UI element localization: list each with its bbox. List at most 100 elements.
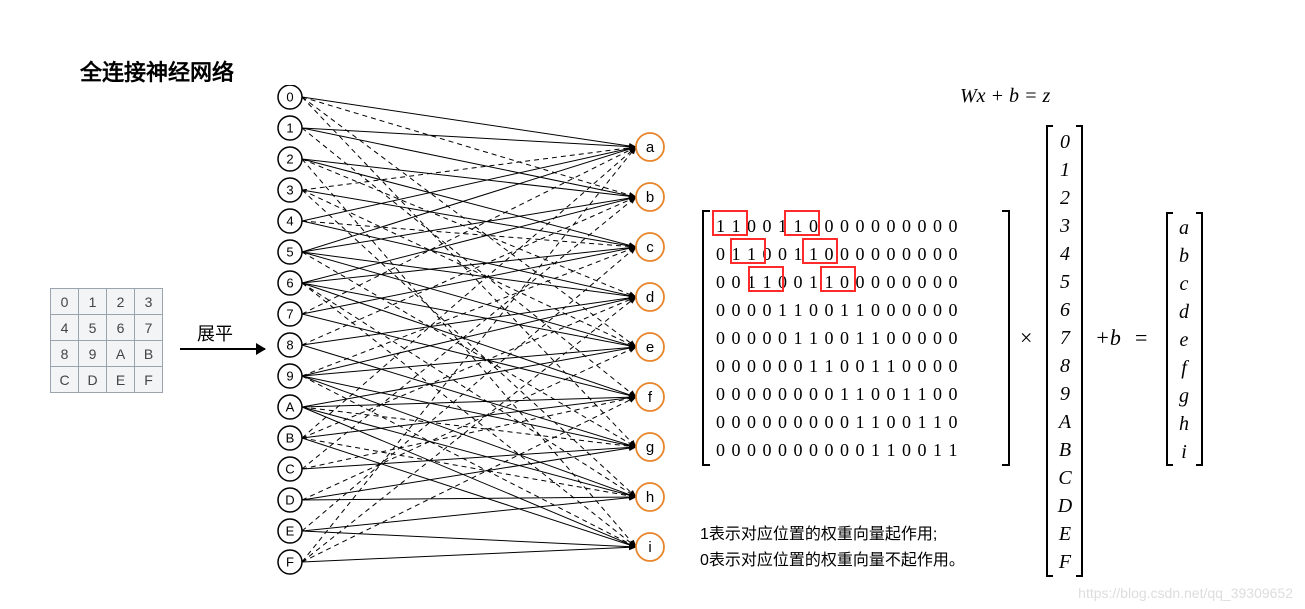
equals-symbol: = (1135, 325, 1147, 351)
grid-cell: F (135, 367, 163, 393)
grid-cell: 1 (79, 289, 107, 315)
svg-text:i: i (648, 539, 651, 556)
x-bracket-left (1046, 125, 1053, 577)
z-vec-cell: g (1174, 382, 1194, 410)
grid-cell: 2 (107, 289, 135, 315)
w-bracket-left (702, 210, 710, 466)
w-matrix-row: 0 0 0 0 0 0 0 0 1 1 0 0 1 1 0 0 (716, 380, 959, 408)
w-matrix-row: 0 0 0 0 0 0 0 0 0 0 1 1 0 0 1 1 (716, 436, 959, 464)
x-vec-cell: 7 (1055, 324, 1075, 352)
x-vec-cell: C (1055, 464, 1075, 492)
svg-text:3: 3 (286, 182, 293, 197)
x-vec-cell: 9 (1055, 380, 1075, 408)
svg-text:a: a (646, 139, 655, 156)
x-vec-cell: F (1055, 548, 1075, 576)
x-vec-cell: 1 (1055, 156, 1075, 184)
x-vec-cell: 4 (1055, 240, 1075, 268)
x-bracket-right (1076, 125, 1083, 577)
w-matrix-row: 1 1 0 0 1 1 0 0 0 0 0 0 0 0 0 0 (716, 212, 959, 240)
grid-cell: C (51, 367, 79, 393)
explain-line-1: 1表示对应位置的权重向量起作用; (700, 522, 965, 548)
x-vec-cell: B (1055, 436, 1075, 464)
svg-text:1: 1 (286, 120, 293, 135)
flatten-label: 展平 (197, 320, 233, 346)
grid-cell: E (107, 367, 135, 393)
svg-text:b: b (646, 189, 654, 206)
matrix-area: 1 1 0 0 1 1 0 0 0 0 0 0 0 0 0 00 1 1 0 0… (700, 210, 1290, 520)
grid-cell: 4 (51, 315, 79, 341)
network-diagram: 0123456789ABCDEF abcdefghi (270, 85, 670, 605)
x-vec-cell: 3 (1055, 212, 1075, 240)
times-symbol: × (1020, 325, 1032, 351)
page-title: 全连接神经网络 (80, 55, 234, 87)
equation-text: Wx + b = z (960, 85, 1050, 108)
grid-cell: 0 (51, 289, 79, 315)
svg-text:D: D (285, 492, 294, 507)
svg-text:c: c (646, 239, 654, 256)
grid-cell: 6 (107, 315, 135, 341)
z-bracket-left (1166, 212, 1173, 466)
input-grid: 0123 4567 89AB CDEF (50, 288, 163, 393)
svg-text:8: 8 (286, 337, 293, 352)
x-vec-cell: D (1055, 492, 1075, 520)
flatten-arrow (180, 348, 265, 350)
w-bracket-right (1002, 210, 1010, 466)
z-vec-cell: a (1174, 214, 1194, 242)
highlight-box (730, 238, 766, 264)
z-bracket-right (1196, 212, 1203, 466)
svg-text:d: d (646, 289, 654, 306)
svg-text:5: 5 (286, 244, 293, 259)
svg-text:e: e (646, 339, 654, 356)
plus-b: +b (1095, 325, 1121, 351)
z-vec-cell: i (1174, 438, 1194, 466)
z-vec-cell: h (1174, 410, 1194, 438)
z-vec-cell: f (1174, 354, 1194, 382)
grid-cell: B (135, 341, 163, 367)
w-matrix-row: 0 0 0 0 0 0 1 1 0 0 1 1 0 0 0 0 (716, 352, 959, 380)
svg-text:4: 4 (286, 213, 293, 228)
w-matrix-row: 0 0 0 0 1 1 0 0 1 1 0 0 0 0 0 0 (716, 296, 959, 324)
svg-text:h: h (646, 489, 654, 506)
x-vector: 0123456789ABCDEF (1055, 128, 1075, 576)
svg-text:9: 9 (286, 368, 293, 383)
grid-cell: 8 (51, 341, 79, 367)
svg-text:C: C (285, 461, 294, 476)
svg-text:B: B (286, 430, 295, 445)
highlight-box (748, 266, 784, 292)
z-vec-cell: c (1174, 270, 1194, 298)
svg-text:6: 6 (286, 275, 293, 290)
grid-cell: 5 (79, 315, 107, 341)
grid-cell: A (107, 341, 135, 367)
highlight-box (802, 238, 838, 264)
x-vec-cell: 2 (1055, 184, 1075, 212)
highlight-box (712, 210, 748, 236)
grid-cell: 3 (135, 289, 163, 315)
watermark: https://blog.csdn.net/qq_39309652 (1078, 585, 1293, 601)
x-vec-cell: 6 (1055, 296, 1075, 324)
w-matrix-row: 0 0 0 0 0 1 1 0 0 1 1 0 0 0 0 0 (716, 324, 959, 352)
x-vec-cell: 0 (1055, 128, 1075, 156)
svg-text:A: A (286, 399, 295, 414)
z-vec-cell: e (1174, 326, 1194, 354)
svg-text:0: 0 (286, 89, 293, 104)
w-matrix-row: 0 0 0 0 0 0 0 0 0 1 1 0 0 1 1 0 (716, 408, 959, 436)
explain-line-2: 0表示对应位置的权重向量不起作用。 (700, 548, 965, 574)
x-vec-cell: E (1055, 520, 1075, 548)
svg-text:g: g (646, 439, 654, 456)
svg-text:2: 2 (286, 151, 293, 166)
svg-text:E: E (286, 523, 295, 538)
x-vec-cell: 5 (1055, 268, 1075, 296)
grid-cell: D (79, 367, 107, 393)
z-vec-cell: d (1174, 298, 1194, 326)
svg-text:F: F (286, 554, 294, 569)
grid-cell: 7 (135, 315, 163, 341)
grid-cell: 9 (79, 341, 107, 367)
explanation-text: 1表示对应位置的权重向量起作用; 0表示对应位置的权重向量不起作用。 (700, 522, 965, 574)
svg-text:7: 7 (286, 306, 293, 321)
z-vec-cell: b (1174, 242, 1194, 270)
x-vec-cell: A (1055, 408, 1075, 436)
highlight-box (784, 210, 820, 236)
highlight-box (820, 266, 856, 292)
z-vector: abcdefghi (1174, 214, 1194, 466)
x-vec-cell: 8 (1055, 352, 1075, 380)
